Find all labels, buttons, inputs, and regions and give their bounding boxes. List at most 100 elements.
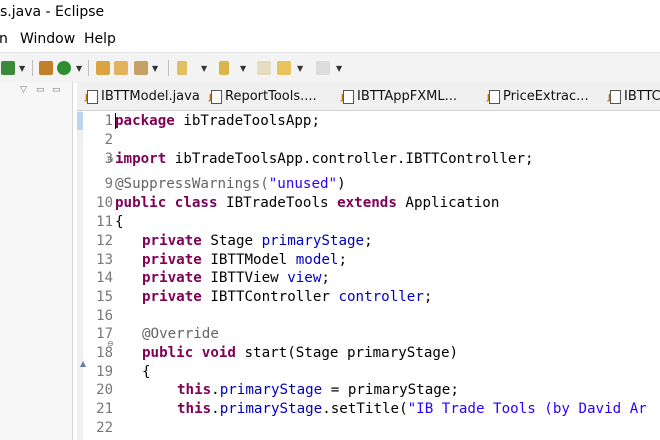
line-number: 13 bbox=[96, 252, 113, 268]
code-line: package ibTradeToolsApp; bbox=[115, 112, 320, 130]
code-text: start(Stage primaryStage) bbox=[235, 345, 459, 361]
annotation-icon[interactable] bbox=[177, 61, 187, 75]
code-line: { bbox=[115, 213, 124, 231]
code-text: { bbox=[115, 214, 124, 230]
code-text: ibTradeToolsApp.controller.IBTTControlle… bbox=[166, 151, 534, 167]
line-number: 21 bbox=[96, 401, 113, 417]
debug-dropdown-icon[interactable]: ▼ bbox=[19, 64, 25, 73]
prev-annotation-dropdown-icon[interactable]: ▼ bbox=[240, 64, 246, 73]
code-keyword: this bbox=[177, 382, 212, 398]
line-number: 16 bbox=[96, 308, 113, 324]
menu-item-window[interactable]: Window bbox=[20, 31, 75, 47]
code-keyword: private bbox=[142, 270, 202, 286]
run-dropdown-icon[interactable]: ▼ bbox=[76, 64, 82, 73]
toolbar-separator bbox=[32, 60, 33, 76]
code-text: ) bbox=[337, 176, 346, 192]
menu-bar: n Window Help bbox=[0, 27, 660, 52]
line-number: 2 bbox=[104, 132, 113, 148]
code-line: @Override bbox=[142, 325, 219, 343]
line-number: 20 bbox=[96, 382, 113, 398]
code-editor[interactable]: 1 2 3 9 10 11 12 13 14 15 16 17 18 19 20… bbox=[77, 111, 660, 440]
code-text: IBTradeTools bbox=[217, 195, 338, 211]
next-annotation-dropdown-icon[interactable]: ▼ bbox=[201, 64, 207, 73]
line-number: 9 bbox=[104, 176, 113, 192]
code-keyword: import bbox=[115, 151, 167, 167]
window-title: s.java - Eclipse bbox=[0, 4, 105, 20]
search-tool-icon[interactable] bbox=[134, 61, 148, 75]
last-edit-icon[interactable] bbox=[257, 61, 271, 75]
title-bar: s.java - Eclipse bbox=[0, 0, 660, 27]
code-text: IBTTView bbox=[201, 270, 288, 286]
code-annotation: @Override bbox=[142, 326, 219, 342]
code-string: "IB Trade Tools (by David Ar bbox=[407, 401, 647, 417]
override-marker-icon: ▲ bbox=[80, 359, 87, 368]
back-dropdown-icon[interactable]: ▼ bbox=[297, 64, 303, 73]
line-number: 15 bbox=[96, 289, 113, 305]
line-number: 22 bbox=[96, 420, 113, 436]
open-task-icon[interactable] bbox=[114, 61, 128, 75]
tab-ibttappfxml[interactable]: J IBTTAppFXML... bbox=[341, 82, 457, 110]
code-line: private Stage primaryStage; bbox=[142, 232, 373, 250]
code-keyword: private bbox=[142, 233, 202, 249]
menu-item-help[interactable]: Help bbox=[84, 31, 116, 47]
code-line: private IBTTController controller; bbox=[142, 288, 432, 306]
maximize-icon[interactable]: ▭ bbox=[52, 85, 61, 95]
code-line: public class IBTradeTools extends Applic… bbox=[115, 194, 499, 212]
code-text: ; bbox=[321, 270, 330, 286]
package-explorer-pane: ▽ ▭ ▭ bbox=[0, 82, 73, 440]
code-text: IBTTController bbox=[201, 289, 339, 305]
open-type-icon[interactable] bbox=[96, 61, 110, 75]
java-file-icon: J bbox=[487, 89, 500, 104]
code-text: .setTitle( bbox=[322, 401, 408, 417]
tab-reporttools[interactable]: J ReportTools.... bbox=[209, 82, 317, 110]
line-number: 19 bbox=[96, 364, 113, 380]
code-text: = primaryStage; bbox=[322, 382, 459, 398]
code-field: view bbox=[287, 270, 322, 286]
run-icon[interactable] bbox=[57, 61, 71, 75]
code-field: primaryStage bbox=[219, 382, 323, 398]
code-text: Application bbox=[396, 195, 500, 211]
line-number: 14 bbox=[96, 270, 113, 286]
code-text: . bbox=[211, 401, 220, 417]
code-text: ; bbox=[364, 233, 373, 249]
back-icon[interactable] bbox=[277, 61, 291, 75]
code-keyword: private bbox=[142, 289, 202, 305]
code-line: this.primaryStage.setTitle("IB Trade Too… bbox=[177, 400, 647, 418]
toolbar: ▼ ▼ ▼ ▼ ▼ ▼ ▼ bbox=[0, 52, 660, 83]
search-dropdown-icon[interactable]: ▼ bbox=[152, 64, 158, 73]
code-keyword: private bbox=[142, 252, 202, 268]
forward-icon[interactable] bbox=[316, 61, 330, 75]
code-text: . bbox=[211, 382, 220, 398]
java-file-icon: J bbox=[85, 89, 98, 104]
collapse-fold-icon[interactable]: ⊖ bbox=[107, 339, 114, 348]
minimize-icon[interactable]: ▭ bbox=[36, 85, 45, 95]
java-file-icon: J bbox=[341, 89, 354, 104]
debug-icon[interactable] bbox=[1, 61, 15, 75]
code-keyword: package bbox=[115, 113, 175, 129]
view-menu-icon[interactable]: ▽ bbox=[20, 85, 27, 95]
tab-ibttcontroller[interactable]: J IBTTC bbox=[608, 82, 660, 110]
menu-item-run[interactable]: n bbox=[0, 31, 8, 47]
code-text: Stage bbox=[201, 233, 262, 249]
code-line: this.primaryStage = primaryStage; bbox=[177, 381, 459, 399]
forward-dropdown-icon[interactable]: ▼ bbox=[336, 64, 342, 73]
java-file-icon: J bbox=[209, 89, 222, 104]
expand-fold-icon[interactable]: ⊕ bbox=[107, 155, 114, 164]
code-keyword: public class bbox=[115, 195, 218, 211]
code-field: primaryStage bbox=[261, 233, 365, 249]
java-file-icon: J bbox=[608, 89, 621, 104]
tab-ibttmodel[interactable]: J IBTTModel.java bbox=[85, 82, 200, 110]
code-line: import ibTradeToolsApp.controller.IBTTCo… bbox=[115, 150, 534, 168]
code-text: IBTTModel bbox=[201, 252, 296, 268]
code-field: primaryStage bbox=[219, 401, 323, 417]
code-line: public void start(Stage primaryStage) bbox=[142, 344, 458, 362]
code-text: { bbox=[142, 364, 151, 380]
code-keyword: public void bbox=[142, 345, 236, 361]
code-keyword: this bbox=[177, 401, 212, 417]
prev-annotation-icon[interactable] bbox=[219, 61, 229, 75]
build-icon[interactable] bbox=[39, 61, 53, 75]
tab-priceextractor[interactable]: J PriceExtrac... bbox=[487, 82, 589, 110]
code-line: { bbox=[142, 363, 151, 381]
tab-label: PriceExtrac... bbox=[503, 88, 589, 104]
text-cursor bbox=[115, 113, 116, 129]
